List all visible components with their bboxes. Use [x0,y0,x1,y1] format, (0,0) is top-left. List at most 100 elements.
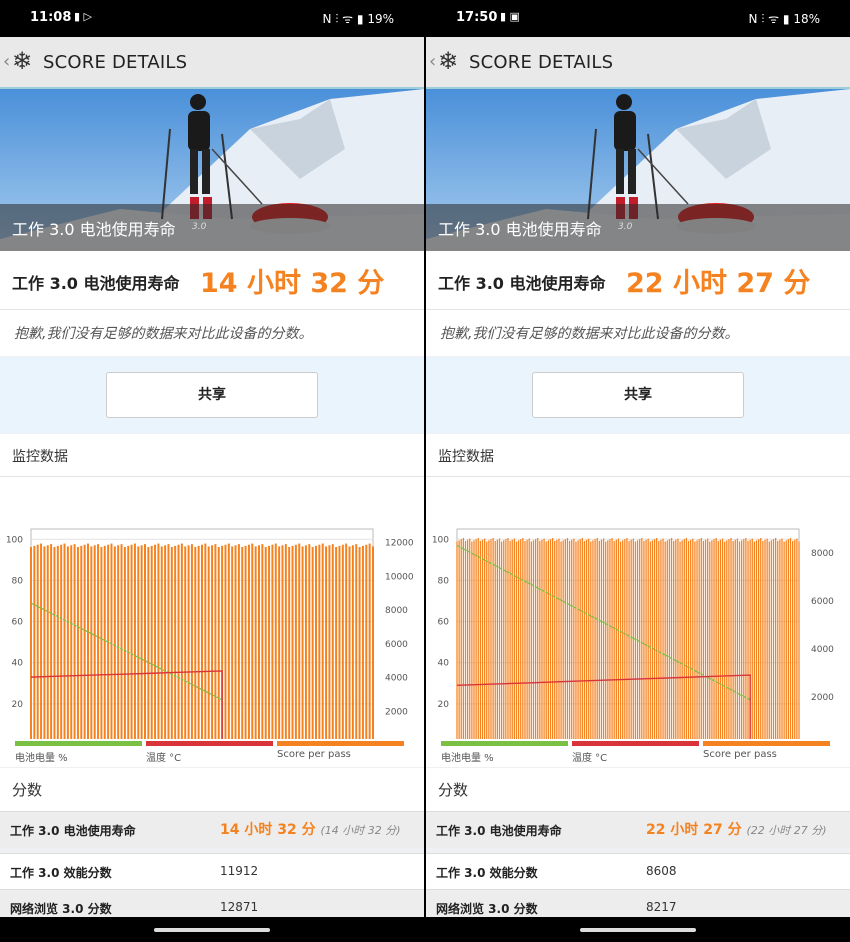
chevron-left-icon[interactable]: ‹ [3,51,10,72]
score-bar [473,540,475,739]
score-bar [526,539,528,739]
score-bar [492,537,494,739]
chevron-left-icon[interactable]: ‹ [429,51,436,72]
score-bar [464,540,467,739]
hero-caption-version: 3.0 [192,222,207,232]
score-bar [524,540,526,739]
score-bar [668,539,671,739]
score-bar [284,544,287,739]
left-axis-tick-label: 60 [12,618,24,628]
right-axis-tick-label: 4000 [385,674,408,684]
score-bar [602,538,605,739]
score-bar [33,545,36,739]
score-bar [117,545,120,739]
monitoring-chart: 1008060402012000100008000600040002000Pas… [0,477,424,767]
score-bar [60,544,63,739]
score-bar [469,538,471,739]
right-axis-tick-label: 4000 [811,645,834,655]
score-bar [581,537,583,739]
score-bar [190,544,193,739]
score-bar [713,539,715,739]
score-bar [724,541,726,739]
status-time: 17:50 [456,10,498,25]
scores-title: 分数 [438,781,469,799]
right-axis-tick-label: 6000 [811,597,834,607]
score-bar [201,544,203,739]
score-bar [237,544,240,739]
score-key: 工作 3.0 电池使用寿命 [10,824,136,838]
score-bar [177,544,180,739]
share-area: 共享 [426,357,850,433]
legend-temperature: 温度 °C [572,739,699,767]
score-bar [575,541,577,739]
score-key: 网络浏览 3.0 分数 [10,902,112,916]
score-bar [372,546,374,739]
score-bar [483,538,486,739]
score-bar [551,537,554,739]
score-bar [605,541,607,739]
score-bar [154,544,157,739]
score-bar [308,544,311,739]
score-bar [227,543,230,739]
page-title: SCORE DETAILS [43,52,188,73]
share-button[interactable]: 共享 [532,372,744,418]
page-title: SCORE DETAILS [469,52,614,73]
score-bar [180,543,183,739]
score-bar [341,544,344,739]
score-bar [475,539,477,739]
score-key: 网络浏览 3.0 分数 [436,902,538,916]
score-bar [488,540,490,739]
score-bar [258,545,260,739]
hero-caption-text: 工作 3.0 电池使用寿命 [438,220,602,239]
score-bar [562,540,564,739]
status-right-icons: N ⫶ ᯤ ▮ 19% [322,12,394,26]
phone-screenshot-right: 17:50 ▮ ▣ N ⫶ ᯤ ▮ 18% ‹ ❄ SCORE DETAILS [426,0,850,942]
score-value-sub: (14 小时 32 分) [320,824,401,837]
home-gesture-handle[interactable] [154,928,270,932]
score-bar [760,537,762,739]
score-bar [251,543,254,739]
score-bar [197,545,200,739]
score-row-battery-life: 工作 3.0 电池使用寿命 14 小时 32 分 (14 小时 32 分) [0,811,424,848]
hero-caption-version: 3.0 [618,222,633,232]
score-bar [579,539,581,739]
left-axis-tick-label: 100 [432,535,449,545]
score-bar [643,540,645,739]
phone-screenshot-left: 11:08 ▮ ▷ N ⫶ ᯤ ▮ 19% ‹ ❄ SCORE DETAILS [0,0,424,942]
left-axis-tick-label: 80 [12,576,24,586]
share-button[interactable]: 共享 [106,372,318,418]
score-bar [766,538,768,739]
score-bar [291,545,294,739]
score-bar [683,539,685,739]
navigation-bar [426,917,850,942]
score-bar [738,541,741,739]
score-bar [164,545,167,739]
score-bar [622,540,624,739]
score-bar [268,545,271,739]
home-gesture-handle[interactable] [580,928,696,932]
score-bar [123,547,126,739]
score-bar [234,545,237,739]
score-bar [456,541,458,739]
score-bar [745,537,747,739]
score-bar [641,537,643,739]
score-bar [717,540,719,739]
score-bar [545,541,547,739]
score-bar [351,545,354,739]
left-axis-tick-label: 20 [12,700,24,710]
score-bar [600,539,603,739]
score-bar [783,541,785,739]
scores-header: 分数 [426,768,850,811]
score-value: 8217 [646,900,677,914]
score-bar [50,544,53,739]
score-bar [486,541,488,739]
score-bar [639,539,641,739]
score-bar [127,545,130,739]
title-bar: ‹ ❄ SCORE DETAILS [0,37,424,89]
score-bar [777,540,779,739]
result-row: 工作 3.0 电池使用寿命 14 小时 32 分 [0,251,424,310]
score-bar [53,547,56,739]
score-bar [588,538,590,739]
score-bar [728,539,730,739]
score-bar [534,539,537,739]
